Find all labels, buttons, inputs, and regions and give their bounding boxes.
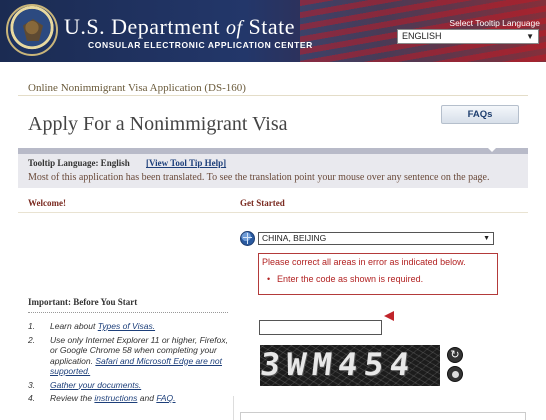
- list-item: 3. Gather your documents.: [28, 379, 142, 390]
- faqs-button[interactable]: FAQs: [441, 105, 519, 124]
- content-box: [240, 412, 526, 420]
- tooltip-language-text: Tooltip Language: English: [28, 158, 130, 168]
- department-title: U.S. Department of State: [64, 14, 296, 39]
- location-select[interactable]: CHINA, BEIJING ▼: [258, 232, 494, 245]
- location-select-value: CHINA, BEIJING: [262, 233, 327, 243]
- audio-icon[interactable]: [447, 366, 463, 382]
- view-tooltip-help-link[interactable]: [View Tool Tip Help]: [146, 158, 226, 168]
- faq-link[interactable]: FAQ.: [156, 393, 175, 403]
- language-select[interactable]: ENGLISH ▼: [397, 29, 539, 44]
- get-started-heading: Get Started: [240, 198, 285, 208]
- gather-documents-link[interactable]: Gather your documents.: [50, 380, 141, 390]
- error-summary: Please correct all areas in error as ind…: [258, 253, 498, 295]
- translation-message: Most of this application has been transl…: [28, 172, 490, 183]
- error-item: Enter the code as shown is required.: [267, 274, 423, 284]
- welcome-heading: Welcome!: [28, 198, 66, 208]
- application-name: Online Nonimmigrant Visa Application (DS…: [28, 82, 246, 94]
- captcha-image: 3WM454: [260, 345, 440, 386]
- divider: [18, 95, 528, 96]
- divider: [18, 212, 528, 213]
- tooltip-language-label: Select Tooltip Language: [449, 18, 540, 28]
- chevron-down-icon: ▼: [526, 32, 534, 41]
- captcha-code: 3WM454: [260, 347, 418, 383]
- important-heading: Important: Before You Start: [28, 297, 138, 307]
- types-of-visas-link[interactable]: Types of Visas.: [98, 321, 155, 331]
- seal-icon: [6, 4, 58, 56]
- divider: [28, 312, 228, 313]
- globe-icon: [240, 231, 255, 246]
- list-item: 1. Learn about Types of Visas.: [28, 321, 156, 331]
- department-subtitle: CONSULAR ELECTRONIC APPLICATION CENTER: [88, 40, 313, 50]
- instructions-link[interactable]: instructions: [94, 393, 137, 403]
- list-item: 4. Review the instructions and FAQ.: [28, 393, 176, 403]
- steps-list: 1. Learn about Types of Visas. 2. Use on…: [28, 321, 233, 407]
- captcha-input[interactable]: [259, 320, 382, 335]
- refresh-icon[interactable]: ↻: [447, 347, 463, 363]
- site-header: U.S. Department of State CONSULAR ELECTR…: [0, 0, 546, 62]
- chevron-down-icon: ▼: [483, 235, 490, 242]
- list-item: 2. Use only Internet Explorer 11 or high…: [28, 334, 228, 377]
- divider: [233, 396, 234, 420]
- error-marker-icon: [384, 311, 394, 321]
- tooltip-bar: Tooltip Language: English [View Tool Tip…: [18, 148, 528, 188]
- tooltip-bar-notch: [488, 148, 496, 152]
- error-title: Please correct all areas in error as ind…: [262, 257, 466, 267]
- page-title: Apply For a Nonimmigrant Visa: [28, 113, 288, 135]
- language-select-value: ENGLISH: [402, 31, 442, 41]
